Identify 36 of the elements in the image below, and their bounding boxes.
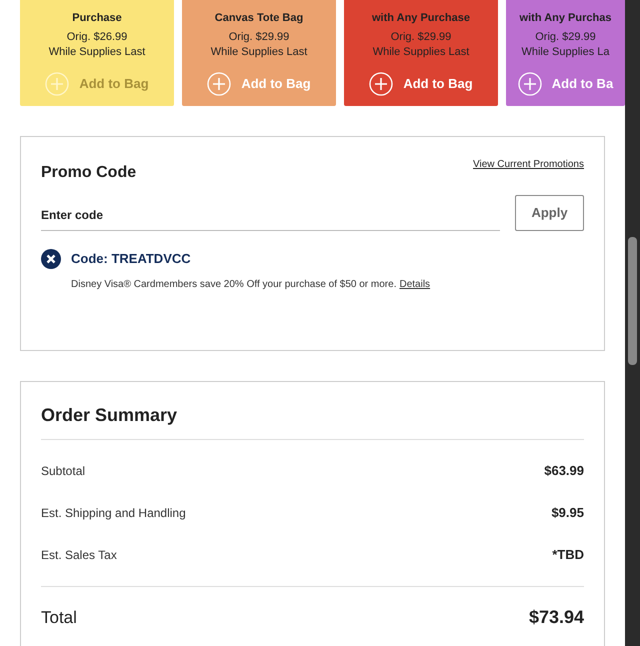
promo-description: Disney Visa® Cardmembers save 20% Off your purchase of $50 or more. xyxy=(71,278,396,292)
plus-icon xyxy=(518,72,542,96)
promo-title: Promo Code xyxy=(41,163,136,183)
remove-icon[interactable] xyxy=(41,249,61,269)
offer-price: Orig. $29.99 xyxy=(228,30,290,45)
plus-icon xyxy=(369,72,394,96)
offer-note: While Supplies Last xyxy=(210,45,308,60)
offer-title: with Any Purchas xyxy=(520,11,612,26)
promo-code-field[interactable]: Enter code xyxy=(41,199,500,231)
total-label: Total xyxy=(41,606,77,629)
offer-price: Orig. $29.99 xyxy=(390,30,452,45)
summary-value: $9.95 xyxy=(551,504,584,522)
offer-note: While Supplies Last xyxy=(372,45,470,60)
offer-title: Purchase xyxy=(72,11,122,26)
plus-icon xyxy=(207,72,232,96)
add-to-bag-button[interactable]: Add to Bag xyxy=(369,72,473,96)
summary-label: Subtotal xyxy=(41,463,86,480)
apply-button[interactable]: Apply xyxy=(515,195,584,231)
total-value: $73.94 xyxy=(528,606,584,629)
summary-value: $63.99 xyxy=(544,462,584,480)
promo-code-label: Code: TREATDVCC xyxy=(71,250,191,268)
scrollbar[interactable] xyxy=(625,0,640,646)
add-to-bag-button[interactable]: Add to Ba xyxy=(518,72,614,96)
offer-note: While Supplies Last xyxy=(48,45,146,60)
order-summary-title: Order Summary xyxy=(41,402,584,440)
offer-title: with Any Purchase xyxy=(372,11,470,26)
promotions-link[interactable]: View Current Promotions xyxy=(473,157,584,172)
offer-price: Orig. $29.99 xyxy=(535,30,596,45)
summary-label: Est. Sales Tax xyxy=(41,547,117,564)
details-link[interactable]: Details xyxy=(399,277,430,292)
plus-icon xyxy=(45,72,70,96)
summary-value: *TBD xyxy=(552,546,584,564)
summary-label: Est. Shipping and Handling xyxy=(41,505,186,522)
offer-note: While Supplies La xyxy=(521,45,610,60)
offer-price: Orig. $26.99 xyxy=(66,30,128,45)
offer-title: Canvas Tote Bag xyxy=(214,11,304,26)
